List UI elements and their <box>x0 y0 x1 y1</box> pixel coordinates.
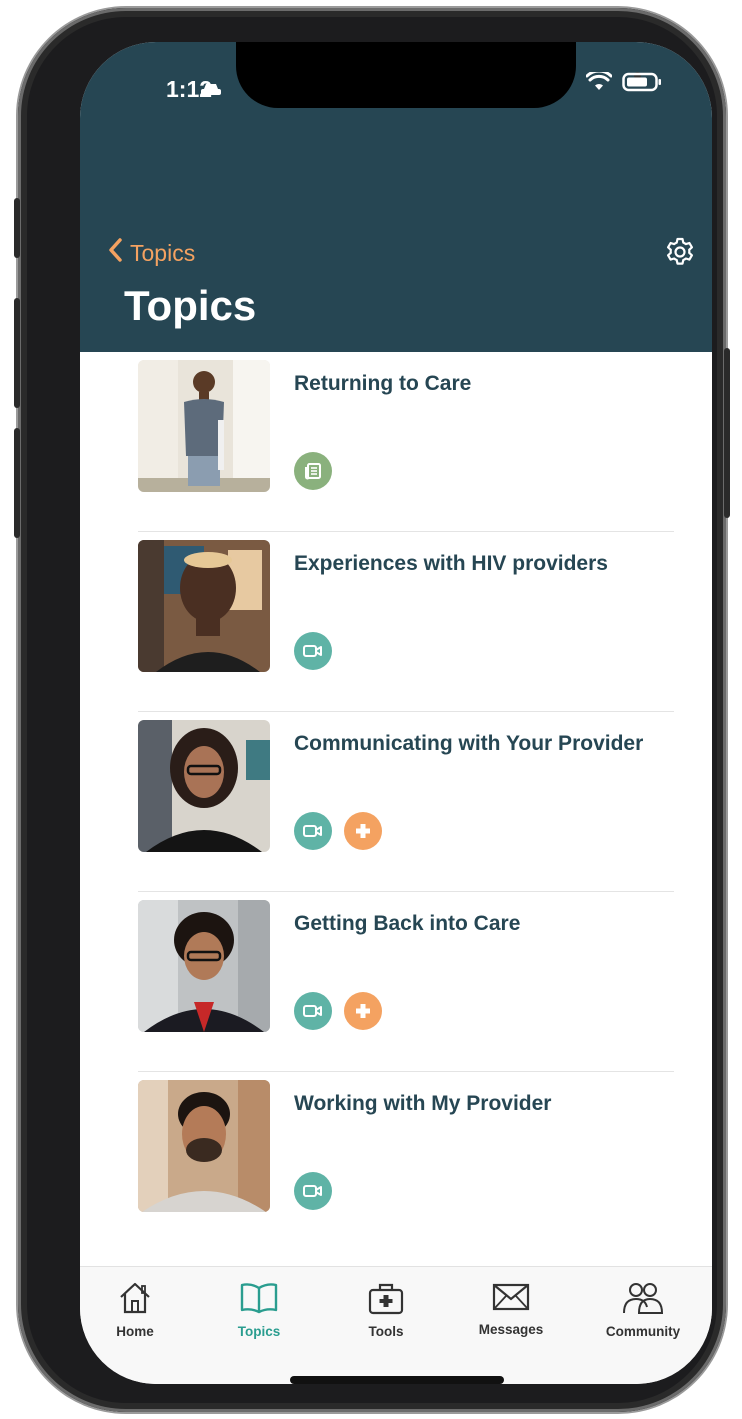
topic-item-getting-back-into-care[interactable]: Getting Back into Care <box>138 892 674 1072</box>
topic-title: Experiences with HIV providers <box>294 552 608 575</box>
topic-thumbnail <box>138 720 270 852</box>
topic-badges <box>294 1172 332 1210</box>
envelope-icon <box>491 1283 531 1317</box>
plus-icon <box>344 992 382 1030</box>
tab-topics-label: Topics <box>237 1324 281 1339</box>
home-indicator <box>290 1376 504 1384</box>
home-icon <box>117 1282 153 1319</box>
topic-badges <box>294 992 382 1030</box>
battery-icon <box>622 72 662 97</box>
video-icon <box>294 992 332 1030</box>
topic-title: Working with My Provider <box>294 1092 552 1115</box>
tab-messages[interactable]: Messages <box>456 1281 566 1337</box>
topic-badges <box>294 812 382 850</box>
back-button[interactable]: Topics <box>108 238 195 268</box>
tab-bar: Home Topics Tools Messages Community <box>80 1266 712 1384</box>
tab-messages-label: Messages <box>478 1322 544 1337</box>
plus-icon <box>344 812 382 850</box>
power-button <box>724 348 730 518</box>
phone-frame: 1:12 Topics Topics Returning to Care Exp… <box>14 8 730 1412</box>
settings-button[interactable] <box>664 236 696 273</box>
topic-thumbnail <box>138 360 270 492</box>
volume-up-button <box>14 298 20 408</box>
topic-thumbnail <box>138 1080 270 1212</box>
volume-down-button <box>14 428 20 538</box>
tab-community[interactable]: Community <box>588 1281 698 1339</box>
tab-home-label: Home <box>116 1324 154 1339</box>
back-button-label: Topics <box>130 239 196 266</box>
book-icon <box>239 1283 279 1319</box>
tab-tools-label: Tools <box>368 1324 404 1339</box>
mute-switch <box>14 198 20 258</box>
gear-icon <box>664 237 696 272</box>
topic-title: Communicating with Your Provider <box>294 732 644 755</box>
medical-kit-icon <box>367 1283 405 1319</box>
topic-badges <box>294 632 332 670</box>
tab-tools[interactable]: Tools <box>331 1281 441 1339</box>
video-icon <box>294 1172 332 1210</box>
topic-badges <box>294 452 332 490</box>
nav-header: 1:12 Topics Topics <box>80 42 712 352</box>
notch <box>236 42 641 108</box>
topic-thumbnail <box>138 900 270 1032</box>
page-title: Topics <box>124 282 257 329</box>
status-icons <box>585 69 662 97</box>
topic-item-communicating-with-your-provider[interactable]: Communicating with Your Provider <box>138 712 674 892</box>
video-icon <box>294 632 332 670</box>
article-icon <box>294 452 332 490</box>
topic-item-working-with-my-provider[interactable]: Working with My Provider <box>138 1072 672 1252</box>
screen: 1:12 Topics Topics Returning to Care Exp… <box>80 42 712 1384</box>
topic-thumbnail <box>138 540 270 672</box>
topic-item-returning-to-care[interactable]: Returning to Care <box>138 352 674 532</box>
topic-title: Getting Back into Care <box>294 912 521 935</box>
chevron-left-icon <box>108 238 122 268</box>
topic-item-experiences-with-hiv-providers[interactable]: Experiences with HIV providers <box>138 532 674 712</box>
video-icon <box>294 812 332 850</box>
car-icon <box>200 82 222 103</box>
tab-topics[interactable]: Topics <box>204 1281 314 1339</box>
wifi-icon <box>585 69 613 97</box>
topic-title: Returning to Care <box>294 372 472 395</box>
tab-home[interactable]: Home <box>80 1281 190 1339</box>
people-icon <box>621 1283 665 1319</box>
tab-community-label: Community <box>605 1324 681 1339</box>
